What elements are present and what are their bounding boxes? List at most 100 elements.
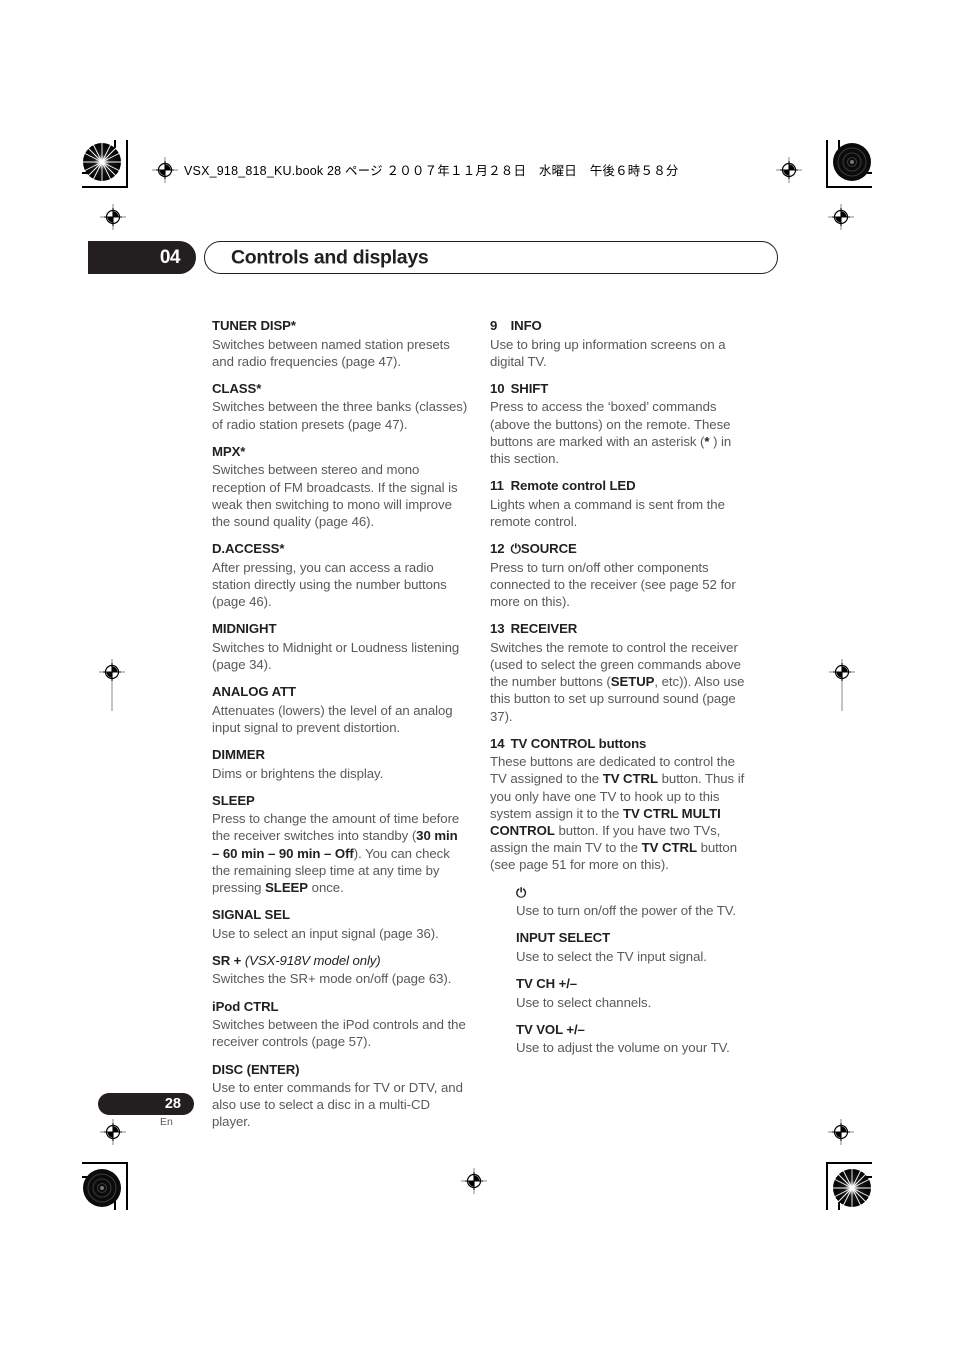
manual-entry: SR + (VSX-918V model only) Switches the S…	[212, 953, 468, 988]
chapter-number-pill: 04	[88, 241, 196, 274]
entry-body: Use to enter commands for TV or DTV, and…	[212, 1080, 463, 1130]
entry-heading: SR + (VSX-918V model only)	[212, 953, 468, 970]
registration-mark-top-right	[776, 157, 802, 183]
entry-heading: ANALOG ATT	[212, 684, 468, 701]
registration-mark-top-left	[152, 157, 178, 183]
entry-heading-label: INFO	[510, 318, 542, 333]
entry-heading: 12 ⏻SOURCE	[490, 541, 746, 558]
manual-entry: DIMMER Dims or brightens the display.	[212, 747, 468, 782]
entry-body: Use to select the TV input signal.	[516, 948, 707, 964]
registration-mark-upper-left	[100, 204, 126, 230]
registration-mark-bottom-center	[461, 1168, 487, 1194]
entry-body: These buttons are dedicated to control t…	[490, 754, 745, 873]
density-target-bottom-right	[832, 1168, 872, 1208]
entry-body: Switches the SR+ mode on/off (page 63).	[212, 971, 452, 987]
entry-body: Press to turn on/off other components co…	[490, 559, 736, 610]
entry-heading-label: ⏻SOURCE	[510, 541, 577, 557]
chapter-title-box: Controls and displays	[204, 241, 778, 274]
entry-heading: iPod CTRL	[212, 999, 468, 1016]
entry-heading-label: MPX*	[212, 443, 246, 459]
entry-body: Switches between the iPod controls and t…	[212, 1017, 466, 1050]
entry-heading: INPUT SELECT	[516, 930, 746, 947]
entry-heading: SIGNAL SEL	[212, 907, 468, 924]
crop-mark-top-left-h	[82, 186, 128, 188]
entry-heading-label: TV CH +/–	[516, 976, 578, 992]
density-target-bottom-left	[82, 1168, 122, 1208]
manual-entry: MIDNIGHT Switches to Midnight or Loudness…	[212, 621, 468, 673]
entry-body: Switches between named station presets a…	[212, 336, 450, 369]
entry-heading: CLASS*	[212, 381, 468, 398]
entry-heading: 9 INFO	[490, 318, 746, 335]
entry-body: Use to select an input signal (page 36).	[212, 925, 439, 941]
entry-heading: MIDNIGHT	[212, 621, 468, 638]
manual-entry: 13 RECEIVER Switches the remote to contro…	[490, 621, 746, 725]
entry-body: Press to change the amount of time befor…	[212, 811, 460, 896]
entry-heading-label: TV CONTROL buttons	[510, 735, 647, 751]
entry-heading-label: RECEIVER	[510, 621, 578, 637]
entry-body: Use to turn on/off the power of the TV.	[516, 903, 736, 919]
crop-mark-bottom-left-v	[126, 1162, 128, 1210]
entry-heading: TUNER DISP*	[212, 318, 468, 335]
entry-heading-label: ANALOG ATT	[212, 684, 296, 700]
entry-heading-label: SHIFT	[510, 380, 549, 396]
crop-mark-top-right-h	[826, 186, 872, 188]
entry-number: 14	[490, 735, 505, 751]
entry-body: Press to access the ‘boxed’ commands (ab…	[490, 399, 732, 467]
entry-heading-label: iPod CTRL	[212, 998, 279, 1014]
entry-heading-label: D.ACCESS*	[212, 541, 285, 557]
manual-entry: TUNER DISP* Switches between named statio…	[212, 318, 468, 370]
entry-heading-label: SIGNAL SEL	[212, 907, 290, 923]
manual-entry: CLASS* Switches between the three banks (…	[212, 381, 468, 433]
entry-body: Dims or brightens the display.	[212, 765, 384, 781]
manual-entry: INPUT SELECT Use to select the TV input s…	[516, 930, 746, 965]
entry-heading-label: TUNER DISP*	[212, 318, 296, 333]
entry-body: After pressing, you can access a radio s…	[212, 559, 447, 610]
manual-entry: D.ACCESS* After pressing, you can access …	[212, 541, 468, 610]
entry-body: Lights when a command is sent from the r…	[490, 496, 725, 529]
manual-entry: ANALOG ATT Attenuates (lowers) the level …	[212, 684, 468, 736]
entry-heading-label: DISC (ENTER)	[212, 1061, 300, 1077]
registration-mark-middle-right	[829, 659, 855, 711]
manual-entry: TV VOL +/– Use to adjust the volume on yo…	[516, 1022, 746, 1057]
crop-mark-bottom-right-h	[826, 1162, 872, 1164]
entry-body: Switches between stereo and mono recepti…	[212, 462, 458, 529]
manual-entry: 11 Remote control LED Lights when a comma…	[490, 478, 746, 530]
entry-body: Use to bring up information screens on a…	[490, 336, 726, 369]
right-column: 9 INFO Use to bring up information screen…	[490, 318, 746, 1056]
crop-mark-top-left-v	[126, 140, 128, 188]
registration-mark-upper-right	[828, 204, 854, 230]
entry-heading-label: CLASS*	[212, 380, 262, 396]
manual-entry: SLEEP Press to change the amount of time …	[212, 793, 468, 897]
entry-body: Attenuates (lowers) the level of an anal…	[212, 702, 453, 735]
entry-number: 9	[490, 318, 498, 333]
entry-body: Switches between the three banks (classe…	[212, 399, 468, 432]
registration-mark-middle-left	[99, 659, 125, 711]
entry-heading-label: SLEEP	[212, 792, 255, 808]
entry-heading-label: DIMMER	[212, 747, 265, 763]
manual-entry: DISC (ENTER) Use to enter commands for TV…	[212, 1062, 468, 1131]
crop-mark-bottom-left-h	[82, 1162, 128, 1164]
manual-entry: 10 SHIFT Press to access the ‘boxed’ comm…	[490, 381, 746, 467]
entry-heading: 13 RECEIVER	[490, 621, 746, 638]
entry-heading: DIMMER	[212, 747, 468, 764]
entry-heading: ⏻	[516, 885, 746, 902]
file-info-header: VSX_918_818_KU.book 28 ページ ２００７年１１月２８日 水…	[184, 164, 679, 178]
left-column: TUNER DISP* Switches between named statio…	[212, 318, 468, 1131]
manual-entry: 12 ⏻SOURCE Press to turn on/off other com…	[490, 541, 746, 610]
density-target-top-right	[832, 142, 872, 182]
entry-heading: MPX*	[212, 444, 468, 461]
entry-body: Use to select channels.	[516, 994, 652, 1010]
page-title: Controls and displays	[231, 246, 429, 268]
entry-heading-label: TV VOL +/–	[516, 1021, 585, 1037]
entry-number: 12	[490, 541, 505, 557]
language-code: En	[160, 1116, 173, 1128]
entry-number: 13	[490, 621, 505, 637]
entry-heading: SLEEP	[212, 793, 468, 810]
registration-mark-lower-left	[100, 1119, 126, 1145]
entry-heading-label: SR +	[212, 952, 242, 968]
entry-heading-note: (VSX-918V model only)	[241, 952, 381, 968]
manual-entry: ⏻ Use to turn on/off the power of the TV.	[516, 885, 746, 920]
chapter-number: 04	[159, 246, 181, 268]
entry-heading-label: Remote control LED	[510, 478, 636, 494]
crop-mark-bottom-right-v	[826, 1162, 828, 1210]
